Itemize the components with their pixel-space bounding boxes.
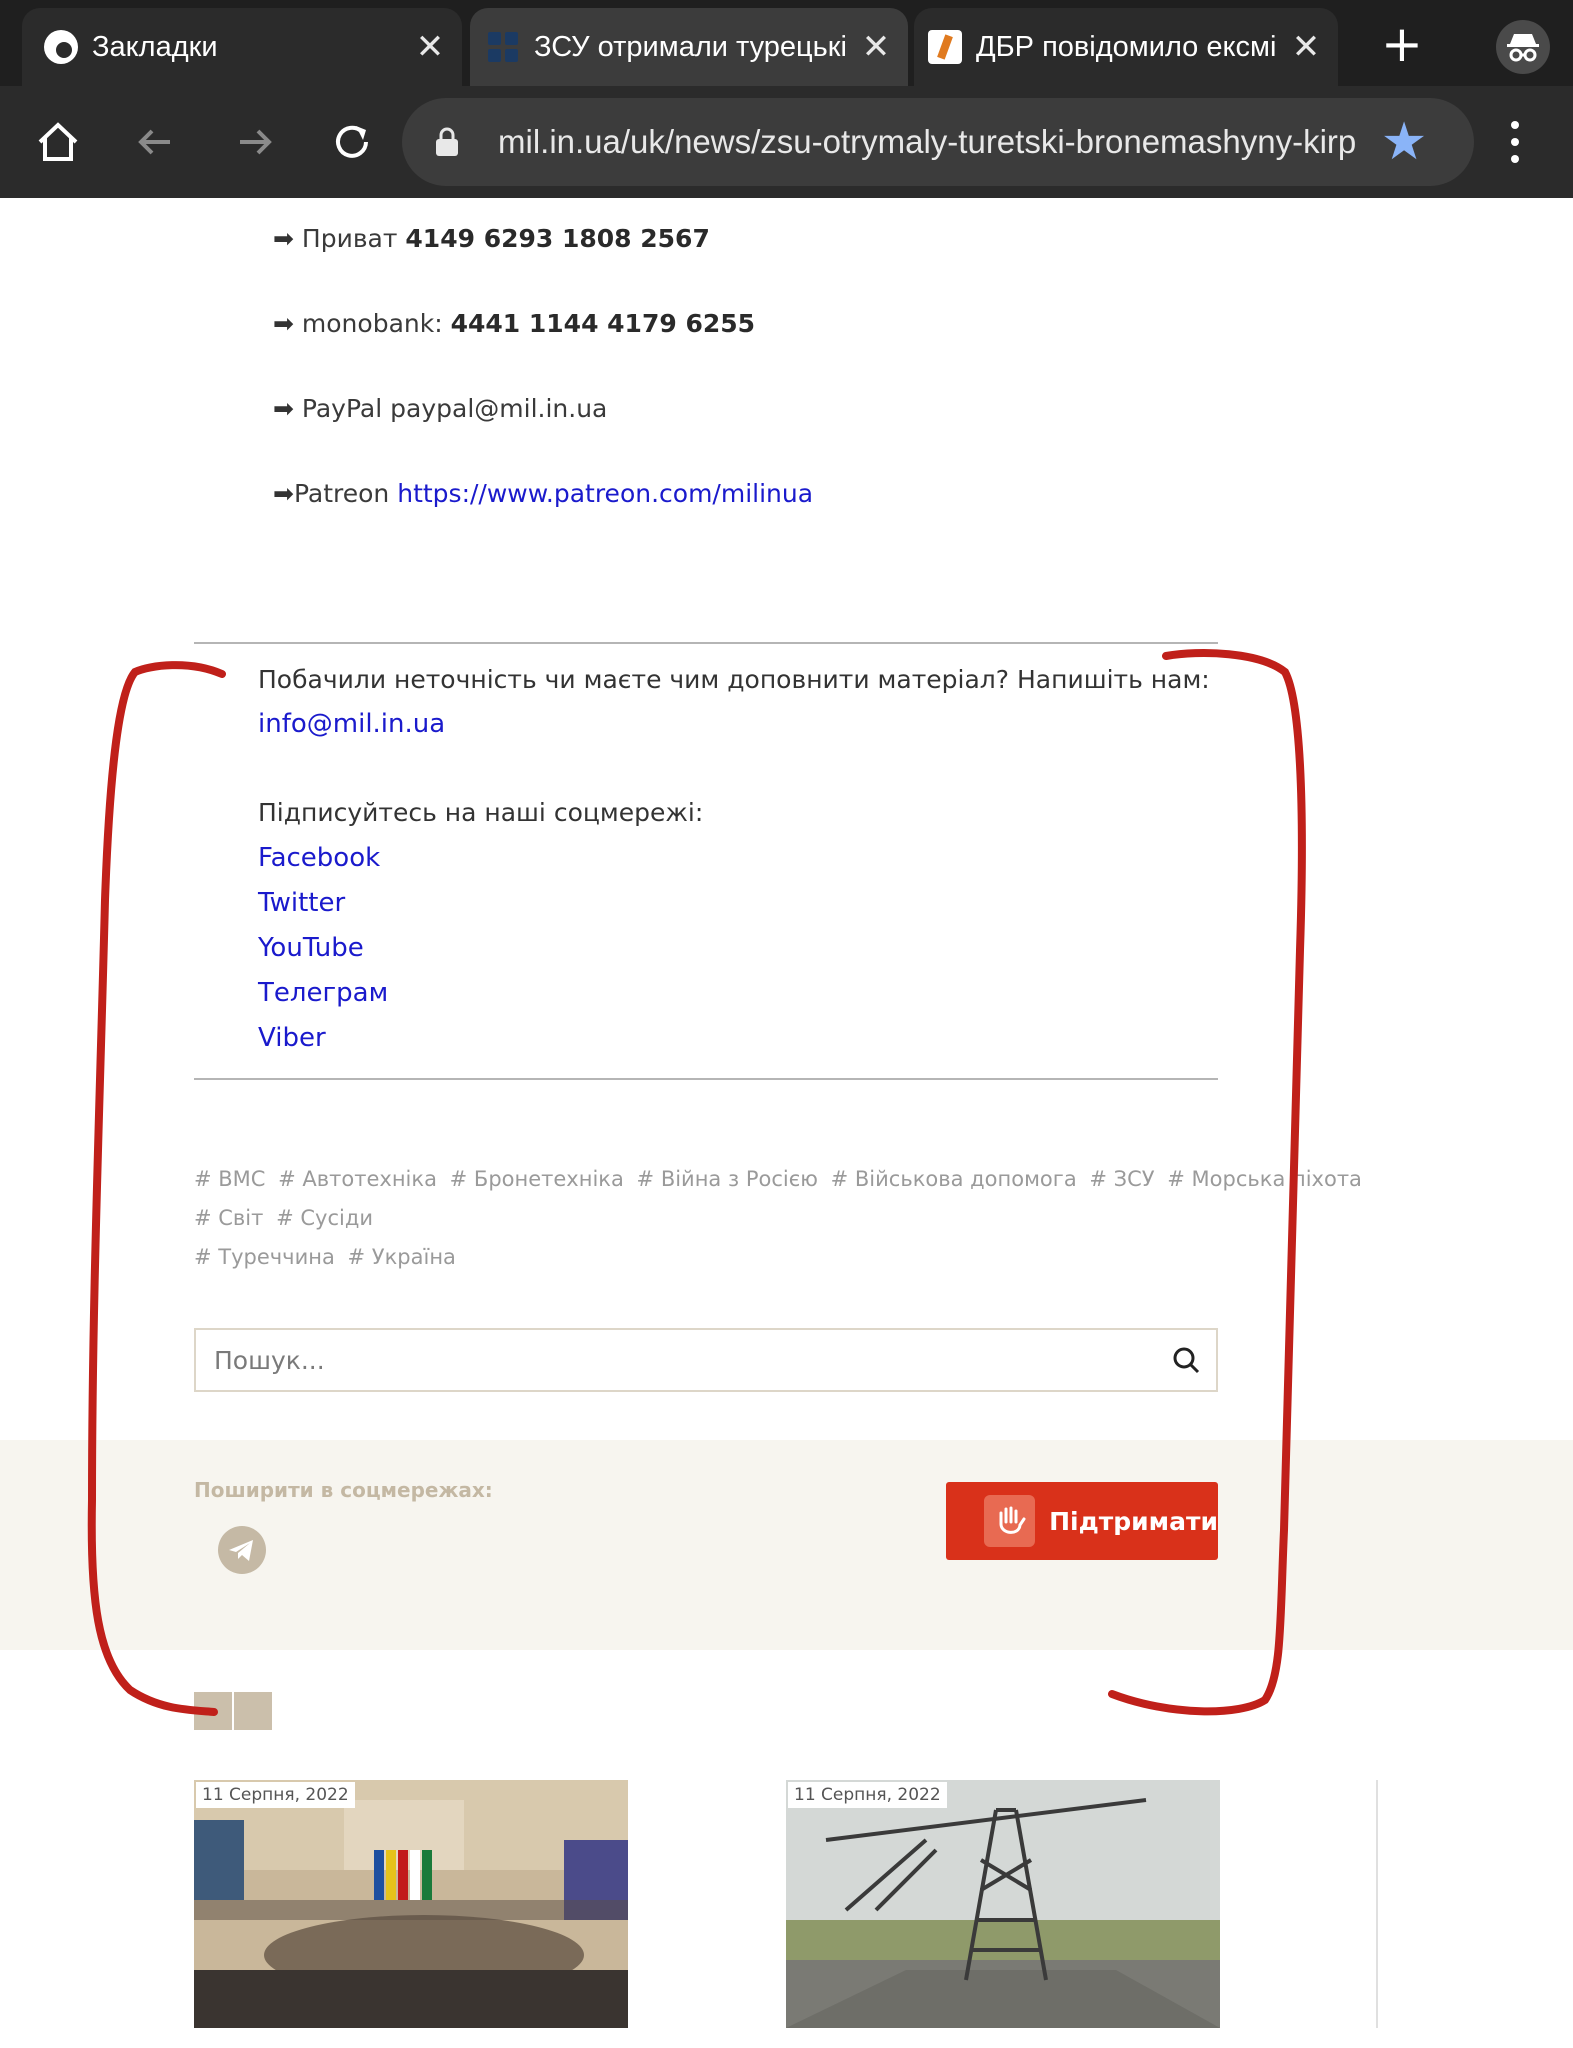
arrow-icon: ➡ bbox=[273, 309, 294, 338]
tag-link[interactable]: # ЗСУ bbox=[1089, 1167, 1154, 1191]
search-icon[interactable] bbox=[1170, 1344, 1202, 1376]
card-date: 11 Серпня, 2022 bbox=[788, 1782, 947, 1808]
tag-row: # ВМС # Автотехніка # Бронетехніка # Вій… bbox=[194, 1160, 1384, 1238]
tag-link[interactable]: # Військова допомога bbox=[831, 1167, 1077, 1191]
tab-dbr-article[interactable]: ДБР повідомило ексмі ✕ bbox=[914, 8, 1338, 86]
monobank-card-number: 4441 1144 4179 6255 bbox=[450, 309, 756, 338]
pylon-photo bbox=[786, 1780, 1220, 2028]
news-card[interactable]: 11 Серпня, 2022 bbox=[786, 1780, 1220, 2028]
news-card[interactable]: 11 Серпня, 2022 bbox=[194, 1780, 628, 2028]
arrow-icon: ➡ bbox=[273, 394, 294, 423]
search-form bbox=[194, 1328, 1218, 1392]
tag-link[interactable]: # Автотехніка bbox=[278, 1167, 437, 1191]
home-icon[interactable] bbox=[32, 116, 84, 168]
support-button[interactable]: Підтримати bbox=[946, 1482, 1218, 1560]
slider-prev-button[interactable] bbox=[194, 1692, 232, 1730]
close-icon[interactable]: ✕ bbox=[1286, 27, 1326, 67]
tag-link[interactable]: # Сусіди bbox=[276, 1206, 373, 1230]
tag-link[interactable]: # Війна з Росією bbox=[637, 1167, 818, 1191]
privat-label: Приват bbox=[301, 224, 398, 253]
back-arrow-icon[interactable] bbox=[130, 116, 182, 168]
youtube-link[interactable]: YouTube bbox=[258, 933, 364, 963]
more-menu-icon[interactable] bbox=[1500, 116, 1530, 168]
paypal-label: PayPal bbox=[301, 394, 383, 423]
feedback-email-link[interactable]: info@mil.in.ua bbox=[258, 709, 445, 739]
tag-link[interactable]: # Світ bbox=[194, 1206, 263, 1230]
new-tab-button[interactable]: + bbox=[1378, 14, 1426, 74]
tab-title: ЗСУ отримали турецькі bbox=[534, 30, 847, 63]
incognito-icon[interactable] bbox=[1496, 20, 1550, 74]
patreon-link[interactable]: https://www.patreon.com/milinua bbox=[397, 479, 813, 508]
browser-toolbar: mil.in.ua/uk/news/zsu-otrymaly-turetski-… bbox=[0, 86, 1573, 198]
viber-link[interactable]: Viber bbox=[258, 1023, 326, 1053]
hand-icon bbox=[984, 1495, 1036, 1547]
feedback-prompt: Побачили неточність чи маєте чим доповни… bbox=[258, 665, 1210, 694]
tab-bar: Закладки ✕ ЗСУ отримали турецькі ✕ ДБР п… bbox=[0, 0, 1573, 86]
tag-row: # Туреччина # Україна bbox=[194, 1238, 1384, 1277]
tag-link[interactable]: # Бронетехніка bbox=[450, 1167, 624, 1191]
mil-site-icon bbox=[486, 30, 520, 64]
tab-zsu-article[interactable]: ЗСУ отримали турецькі ✕ bbox=[470, 8, 908, 86]
tag-link[interactable]: # ВМС bbox=[194, 1167, 265, 1191]
page-content: ➡ Приват 4149 6293 1808 2567 ➡ monobank:… bbox=[0, 198, 1573, 2048]
patreon-label: Patreon bbox=[293, 479, 390, 508]
tag-link[interactable]: # Морська піхота bbox=[1167, 1167, 1362, 1191]
subscribe-heading: Підписуйтесь на наші соцмережі: bbox=[258, 798, 704, 827]
share-section: Поширити в соцмережах: Підтримати bbox=[0, 1440, 1573, 1650]
donation-privat: ➡ Приват 4149 6293 1808 2567 bbox=[273, 224, 710, 253]
telegram-share-icon[interactable] bbox=[218, 1526, 266, 1574]
paypal-email: paypal@mil.in.ua bbox=[390, 394, 608, 423]
search-input[interactable] bbox=[196, 1330, 1136, 1390]
donation-paypal: ➡ PayPal paypal@mil.in.ua bbox=[273, 394, 607, 423]
tab-title: Закладки bbox=[92, 30, 218, 63]
tab-title: ДБР повідомило ексмі bbox=[976, 30, 1277, 63]
address-bar[interactable]: mil.in.ua/uk/news/zsu-otrymaly-turetski-… bbox=[402, 98, 1474, 186]
chrome-icon bbox=[44, 30, 78, 64]
facebook-link[interactable]: Facebook bbox=[258, 843, 380, 873]
reload-icon[interactable] bbox=[326, 116, 378, 168]
divider bbox=[194, 642, 1218, 644]
telegram-link[interactable]: Телеграм bbox=[258, 978, 388, 1008]
url-text[interactable]: mil.in.ua/uk/news/zsu-otrymaly-turetski-… bbox=[498, 98, 1358, 186]
donation-monobank: ➡ monobank: 4441 1144 4179 6255 bbox=[273, 309, 755, 338]
slider-nav bbox=[194, 1692, 272, 1730]
lock-icon bbox=[436, 127, 458, 156]
donation-patreon: ➡Patreon https://www.patreon.com/milinua bbox=[273, 479, 813, 508]
privat-card-number: 4149 6293 1808 2567 bbox=[405, 224, 710, 253]
tag-link[interactable]: # Україна bbox=[348, 1245, 456, 1269]
close-icon[interactable]: ✕ bbox=[856, 27, 896, 67]
monobank-label: monobank: bbox=[301, 309, 443, 338]
twitter-link[interactable]: Twitter bbox=[258, 888, 345, 918]
close-icon[interactable]: ✕ bbox=[410, 27, 450, 67]
divider bbox=[194, 1078, 1218, 1080]
arrow-icon: ➡ bbox=[273, 224, 294, 253]
card-date: 11 Серпня, 2022 bbox=[196, 1782, 355, 1808]
slider-next-button[interactable] bbox=[234, 1692, 272, 1730]
tab-bookmarks[interactable]: Закладки ✕ bbox=[22, 8, 462, 86]
conference-photo bbox=[194, 1780, 628, 2028]
bookmark-star-icon[interactable]: ★ bbox=[1374, 112, 1434, 172]
forward-arrow-icon[interactable] bbox=[228, 116, 280, 168]
support-button-label: Підтримати bbox=[1049, 1506, 1218, 1536]
share-label: Поширити в соцмережах: bbox=[194, 1478, 493, 1502]
tag-link[interactable]: # Туреччина bbox=[194, 1245, 335, 1269]
next-card-edge bbox=[1376, 1780, 1378, 2028]
site-favicon-icon bbox=[928, 30, 962, 64]
tag-list: # ВМС # Автотехніка # Бронетехніка # Вій… bbox=[194, 1160, 1384, 1277]
arrow-icon: ➡ bbox=[273, 479, 294, 508]
